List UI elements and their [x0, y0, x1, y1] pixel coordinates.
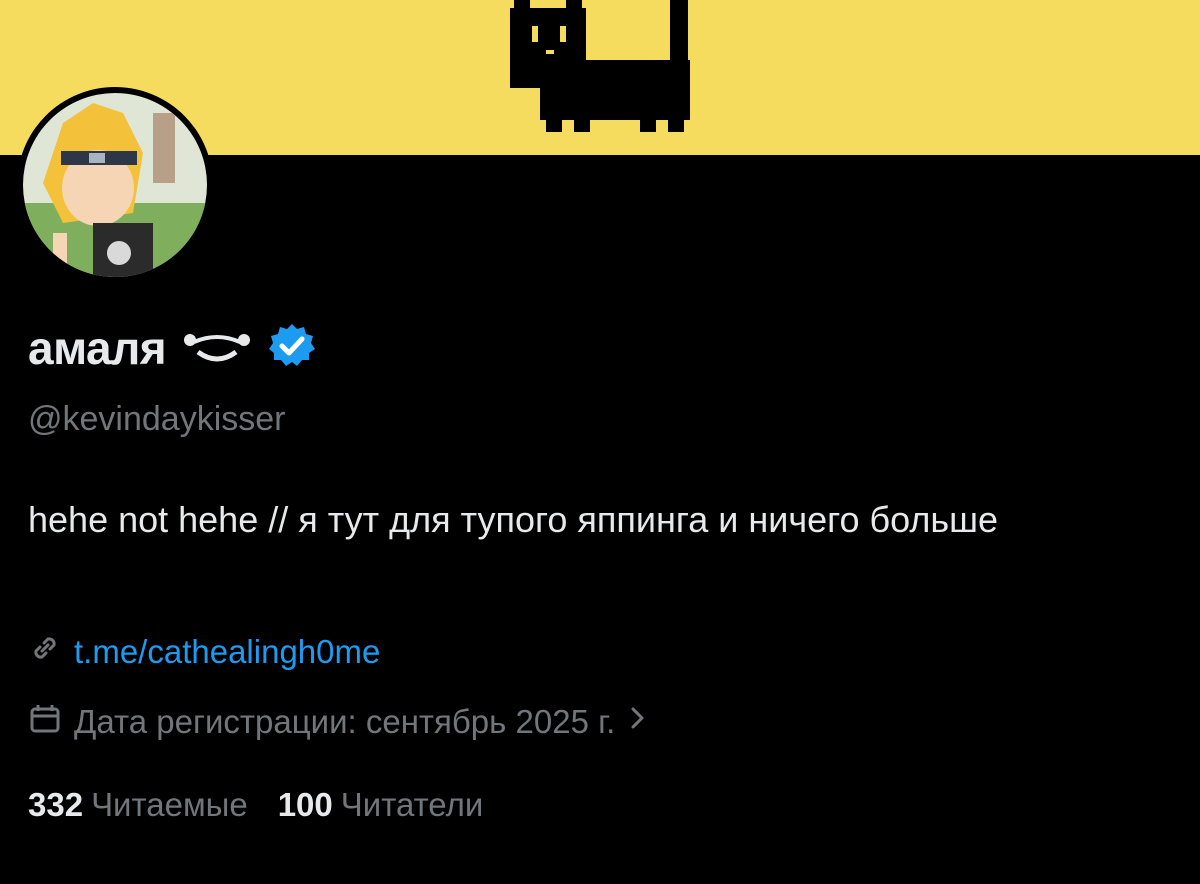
followers-count: 100 [277, 786, 333, 823]
display-name: амаля [28, 322, 167, 374]
followers-stat[interactable]: 100 Читатели [278, 786, 484, 824]
avatar[interactable] [17, 87, 213, 283]
calendar-icon [28, 701, 62, 743]
following-stat[interactable]: 332 Читаемые [28, 786, 248, 824]
following-label: Читаемые [91, 786, 248, 823]
profile-handle: @kevindaykisser [28, 400, 286, 438]
profile-name-row: амаля [28, 318, 316, 378]
profile-link[interactable]: t.me/cathealingh0me [74, 633, 380, 671]
join-date-text: Дата регистрации: сентябрь 2025 г. [74, 703, 616, 740]
following-count: 332 [28, 786, 84, 823]
join-date-row[interactable]: Дата регистрации: сентябрь 2025 г. [28, 697, 649, 747]
link-icon [28, 631, 62, 673]
profile-link-row[interactable]: t.me/cathealingh0me [28, 627, 380, 677]
chevron-right-icon[interactable] [627, 703, 649, 741]
profile-stats: 332 Читаемые 100 Читатели [28, 780, 513, 830]
profile-bio: hehe not hehe // я тут для тупого яппинг… [28, 499, 998, 540]
verified-badge-icon[interactable] [268, 322, 316, 375]
face-emoji-icon [182, 324, 252, 373]
followers-label: Читатели [340, 786, 484, 823]
avatar-image [23, 93, 207, 277]
